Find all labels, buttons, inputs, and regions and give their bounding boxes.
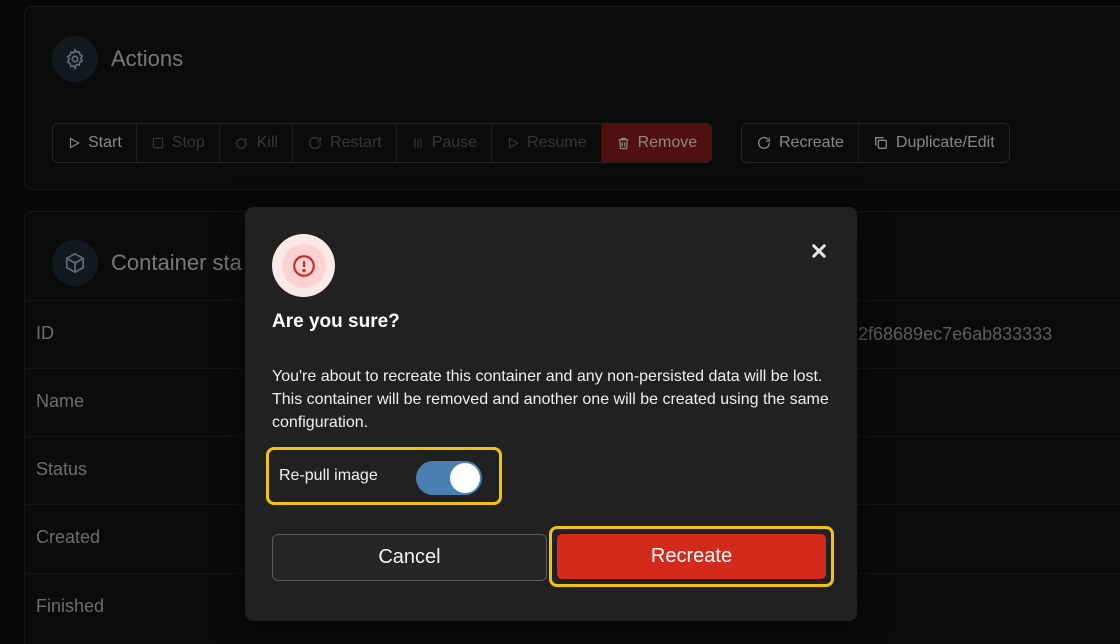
toggle-knob xyxy=(450,463,480,493)
recreate-button[interactable]: Recreate xyxy=(557,534,826,579)
close-button[interactable] xyxy=(807,239,831,263)
close-icon xyxy=(812,244,826,258)
dialog-message: You're about to recreate this container … xyxy=(272,368,829,431)
confirm-recreate-dialog: Are you sure? You're about to recreate t… xyxy=(245,207,857,621)
cancel-button[interactable]: Cancel xyxy=(272,534,547,581)
repull-image-label: Re-pull image xyxy=(279,467,378,484)
recreate-button-highlight: Recreate xyxy=(549,526,834,587)
warning-icon-badge xyxy=(272,234,335,297)
repull-image-toggle[interactable] xyxy=(416,461,482,495)
alert-circle-icon xyxy=(292,254,315,277)
repull-image-option: Re-pull image xyxy=(266,447,502,505)
dialog-title: Are you sure? xyxy=(272,311,400,332)
